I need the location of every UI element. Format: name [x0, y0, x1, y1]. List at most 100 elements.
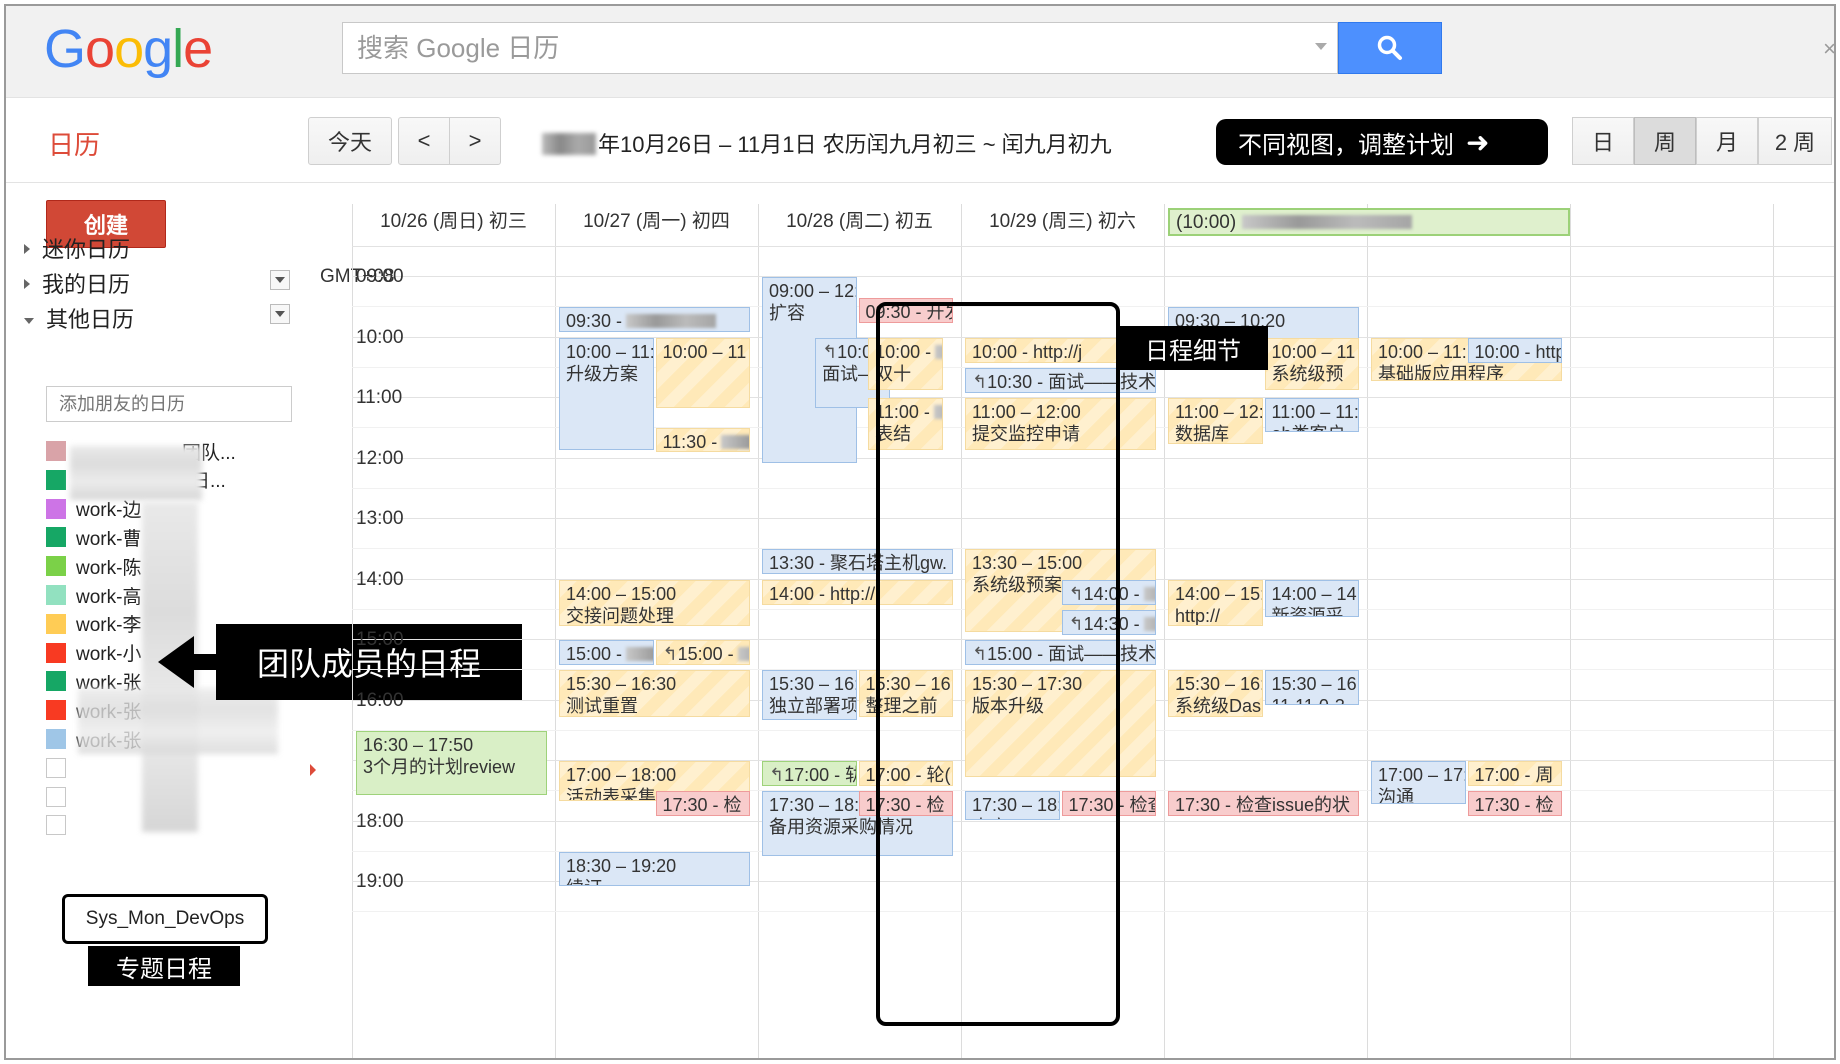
- calendar-event[interactable]: 10:00 - http: [1467, 337, 1562, 363]
- calendar-event[interactable]: 16:30 – 17:50 3个月的计划review: [356, 730, 547, 796]
- search-options-dropdown[interactable]: [1315, 43, 1327, 50]
- event-title: 3个月的计划review: [363, 756, 516, 777]
- calendar-event[interactable]: 17:00 – 17: 沟通: [1371, 761, 1466, 805]
- hour-label: 13:00: [356, 508, 404, 529]
- redacted-text: [626, 314, 717, 329]
- day-header[interactable]: 10/29 (周三) 初六: [961, 206, 1164, 233]
- calendar-event[interactable]: 10:00 – 11 系统级预: [1264, 337, 1359, 390]
- section-my-calendars[interactable]: 我的日历: [24, 267, 130, 299]
- calendar-color-swatch[interactable]: [46, 729, 66, 749]
- today-button[interactable]: 今天: [308, 117, 392, 165]
- calendar-item[interactable]: work-小: [46, 640, 141, 666]
- section-mini-calendar[interactable]: 迷你日历: [24, 232, 130, 264]
- calendar-item[interactable]: work-陈: [46, 553, 141, 579]
- redacted-year: [542, 133, 596, 155]
- event-title: 扩容: [769, 303, 805, 323]
- views-callout-text: 不同视图，调整计划: [1238, 131, 1454, 159]
- calendar-item[interactable]: work-曹: [46, 524, 141, 550]
- event-time: 11:30 -: [662, 432, 718, 453]
- calendar-color-swatch[interactable]: [46, 642, 66, 663]
- day-column-divider: [352, 204, 353, 1058]
- calendar-color-swatch[interactable]: [46, 671, 66, 692]
- calendar-item-devops[interactable]: Sys_Mon_DevOps: [62, 894, 268, 944]
- calendar-event[interactable]: 17:30 - 检查issue的状: [1168, 791, 1359, 817]
- expand-icon: [24, 279, 30, 289]
- calendar-event[interactable]: 17:30 - 检: [1467, 791, 1562, 817]
- calendar-item[interactable]: work-李: [46, 611, 141, 637]
- calendar-checkbox[interactable]: [46, 786, 66, 807]
- calendar-item[interactable]: [46, 755, 76, 781]
- calendar-color-swatch[interactable]: [46, 441, 66, 461]
- calendar-color-swatch[interactable]: [46, 498, 66, 519]
- event-time: 09:00 – 12:2: [769, 281, 856, 301]
- day-header[interactable]: 10/28 (周二) 初五: [758, 206, 961, 233]
- all-day-event[interactable]: (10:00): [1168, 208, 1570, 236]
- calendar-event[interactable]: 15:30 – 16: 独立部署项: [762, 670, 857, 720]
- next-week-button[interactable]: >: [449, 117, 501, 165]
- calendar-event[interactable]: 15:30 – 16:30 测试重置: [559, 670, 750, 717]
- add-friend-calendar-input[interactable]: [46, 386, 292, 422]
- calendar-event[interactable]: 17:30 - 检: [655, 791, 750, 817]
- close-icon[interactable]: ×: [1823, 36, 1834, 62]
- calendar-event[interactable]: 09:30 -: [559, 307, 750, 333]
- calendar-item[interactable]: [46, 812, 76, 838]
- calendar-item[interactable]: [46, 784, 76, 810]
- event-title: ab类客户: [1272, 423, 1353, 431]
- calendar-event[interactable]: 15:30 – 1611.11 0-3: [1264, 670, 1359, 705]
- calendar-event[interactable]: 11:00 – 12: 数据库: [1168, 398, 1263, 445]
- day-header[interactable]: 10/26 (周日) 初三: [352, 206, 555, 233]
- calendar-event[interactable]: 17:00 - 轨: [762, 761, 857, 787]
- calendar-event[interactable]: 10:00 – 11: 升级方案: [559, 337, 654, 451]
- view-week-button[interactable]: 周: [1634, 117, 1696, 165]
- topic-calendars-callout: 专题日程: [88, 946, 240, 986]
- calendar-item[interactable]: work-高: [46, 582, 141, 608]
- calendar-color-swatch[interactable]: [46, 700, 66, 721]
- calendar-event[interactable]: 10:00 – 11: [655, 337, 750, 409]
- day-column-divider: [1773, 204, 1774, 1058]
- calendar-event[interactable]: 17:00 - 周: [1467, 761, 1562, 787]
- search-input[interactable]: [343, 23, 1337, 73]
- calendar-event[interactable]: 14:00 – 15:00 交接问题处理: [559, 579, 750, 626]
- date-range-text: 年10月26日 – 11月1日 农历闰九月初三 ~ 闰九月初九: [598, 132, 1112, 157]
- calendar-event[interactable]: 11:00 – 11:ab类客户: [1264, 398, 1359, 433]
- view-2week-button[interactable]: 2 周: [1758, 117, 1832, 165]
- event-title: 系统级Das: [1175, 696, 1262, 717]
- calendar-event[interactable]: 14:00 – 14 新资源采: [1264, 579, 1359, 617]
- calendar-checkbox[interactable]: [46, 815, 66, 836]
- calendar-window: Google × 日历 今天 < > 年10月26日 – 11月1日 农历闰九月…: [4, 4, 1836, 1060]
- calendar-event[interactable]: 15:00 -: [559, 640, 654, 666]
- search-icon: [1377, 35, 1402, 60]
- redacted-text: [1242, 215, 1413, 229]
- calendar-event[interactable]: 15:30 – 16: 系统级Das: [1168, 670, 1263, 717]
- calendar-event[interactable]: 14:00 – 15: http://: [1168, 579, 1263, 626]
- logo-letter: o: [114, 19, 144, 79]
- event-time: 14:00 – 15:00: [566, 583, 677, 604]
- event-title: 沟通: [1378, 787, 1414, 805]
- event-time: 10:00 - http: [1474, 341, 1562, 362]
- calendar-color-swatch[interactable]: [46, 613, 66, 634]
- view-day-button[interactable]: 日: [1572, 117, 1634, 165]
- calendar-label: work-小: [76, 644, 142, 666]
- app-title[interactable]: 日历: [48, 125, 100, 162]
- search-button[interactable]: [1338, 22, 1442, 74]
- calendar-event[interactable]: 11:30 -: [655, 428, 750, 453]
- view-month-button[interactable]: 月: [1696, 117, 1758, 165]
- event-time: 10:00 – 11:: [1378, 341, 1467, 362]
- all-day-divider: [352, 246, 1834, 247]
- other-calendars-menu-button[interactable]: [270, 304, 290, 324]
- calendar-color-swatch[interactable]: [46, 556, 66, 577]
- sidebar: 创建 迷你日历 我的日历 其他日历 团队...队日...work-边work-曹…: [6, 184, 522, 1058]
- section-other-calendars[interactable]: 其他日历: [24, 302, 134, 334]
- google-logo[interactable]: Google: [44, 18, 213, 80]
- calendar-checkbox[interactable]: [46, 757, 66, 778]
- event-title: 独立部署项: [769, 696, 857, 717]
- calendar-event[interactable]: 15:00 -: [655, 640, 750, 666]
- calendar-color-swatch[interactable]: [46, 527, 66, 548]
- calendar-color-swatch[interactable]: [46, 585, 66, 605]
- calendar-color-swatch[interactable]: [46, 469, 66, 490]
- day-header[interactable]: 10/27 (周一) 初四: [555, 206, 758, 233]
- my-calendars-menu-button[interactable]: [270, 270, 290, 290]
- calendar-event[interactable]: 18:30 – 19:20续订: [559, 851, 750, 887]
- date-range-title: 年10月26日 – 11月1日 农历闰九月初三 ~ 闰九月初九: [542, 127, 1112, 159]
- prev-week-button[interactable]: <: [398, 117, 450, 165]
